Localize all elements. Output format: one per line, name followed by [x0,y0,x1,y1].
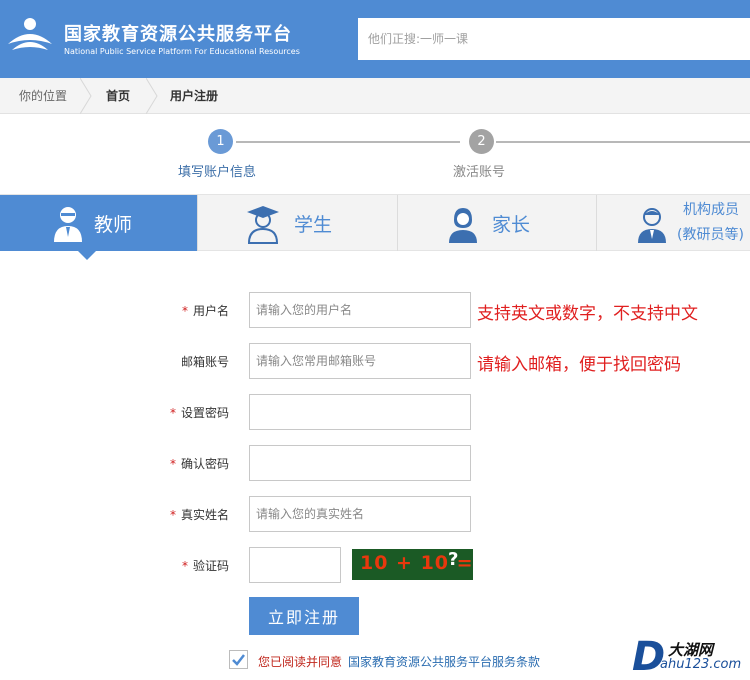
breadcrumb-current: 用户注册 [170,89,219,103]
breadcrumb-separator-icon [146,78,158,114]
step-1-label: 填写账户信息 [178,165,257,180]
tab-parent-label: 家长 [492,214,531,236]
email-input[interactable] [249,343,471,379]
breadcrumb: 你的位置 首页 用户注册 [0,78,750,114]
step-connector [236,141,460,143]
tab-member-label-line1: 机构成员 [683,202,739,218]
tab-student[interactable]: 学生 [198,195,397,251]
tab-member-label-line2: (教研员等) [677,227,744,243]
search-input[interactable] [358,18,750,60]
student-icon [247,206,279,244]
captcha-image[interactable]: 10 + 10 = ? [352,549,473,580]
step-connector [496,141,750,143]
step-2-label: 激活账号 [453,165,506,180]
breadcrumb-position-label: 你的位置 [19,89,68,103]
agreement-text: 您已阅读并同意 [258,655,343,669]
step-1-circle: 1 [208,129,233,154]
register-button[interactable]: 立即注册 [249,597,359,635]
step-2-circle: 2 [469,129,494,154]
parent-icon [449,208,477,243]
checkmark-icon [232,654,245,666]
tab-student-label: 学生 [294,214,333,236]
email-label: 邮箱账号 [180,355,229,369]
real-name-input[interactable] [249,496,471,532]
confirm-password-label: * 确认密码 [169,457,229,471]
username-input[interactable] [249,292,471,328]
teacher-icon [54,207,82,242]
captcha-question-mark: ? [448,549,459,570]
active-tab-pointer [77,250,97,260]
tab-teacher[interactable]: 教师 [0,195,197,251]
confirm-password-input[interactable] [249,445,471,481]
password-input[interactable] [249,394,471,430]
site-title[interactable]: 国家教育资源公共服务平台 [64,20,292,46]
breadcrumb-home-link[interactable]: 首页 [106,87,130,104]
site-subtitle: National Public Service Platform For Edu… [64,47,300,56]
role-tabs: 教师 学生 家长 机构成员 (教研员等) [0,194,750,251]
watermark-en: ahu123.com [660,657,742,672]
username-hint: 支持英文或数字，不支持中文 [477,304,698,324]
agreement-checkbox[interactable] [229,650,248,669]
tab-member[interactable]: 机构成员 (教研员等) [597,195,750,251]
logo-icon[interactable] [4,14,56,60]
captcha-input[interactable] [249,547,341,583]
tab-parent[interactable]: 家长 [398,195,596,251]
password-label: * 设置密码 [169,406,229,420]
member-icon [638,208,666,243]
real-name-label: * 真实姓名 [169,508,229,522]
captcha-label: * 验证码 [181,559,229,573]
email-hint: 请输入邮箱，便于找回密码 [477,355,681,375]
registration-steps: 1 填写账户信息 2 激活账号 [0,114,750,194]
terms-link[interactable]: 国家教育资源公共服务平台服务条款 [348,653,540,670]
site-header: 国家教育资源公共服务平台 National Public Service Pla… [0,0,750,78]
tab-teacher-label: 教师 [94,214,133,236]
username-label: * 用户名 [181,304,229,318]
breadcrumb-separator-icon [80,78,92,114]
